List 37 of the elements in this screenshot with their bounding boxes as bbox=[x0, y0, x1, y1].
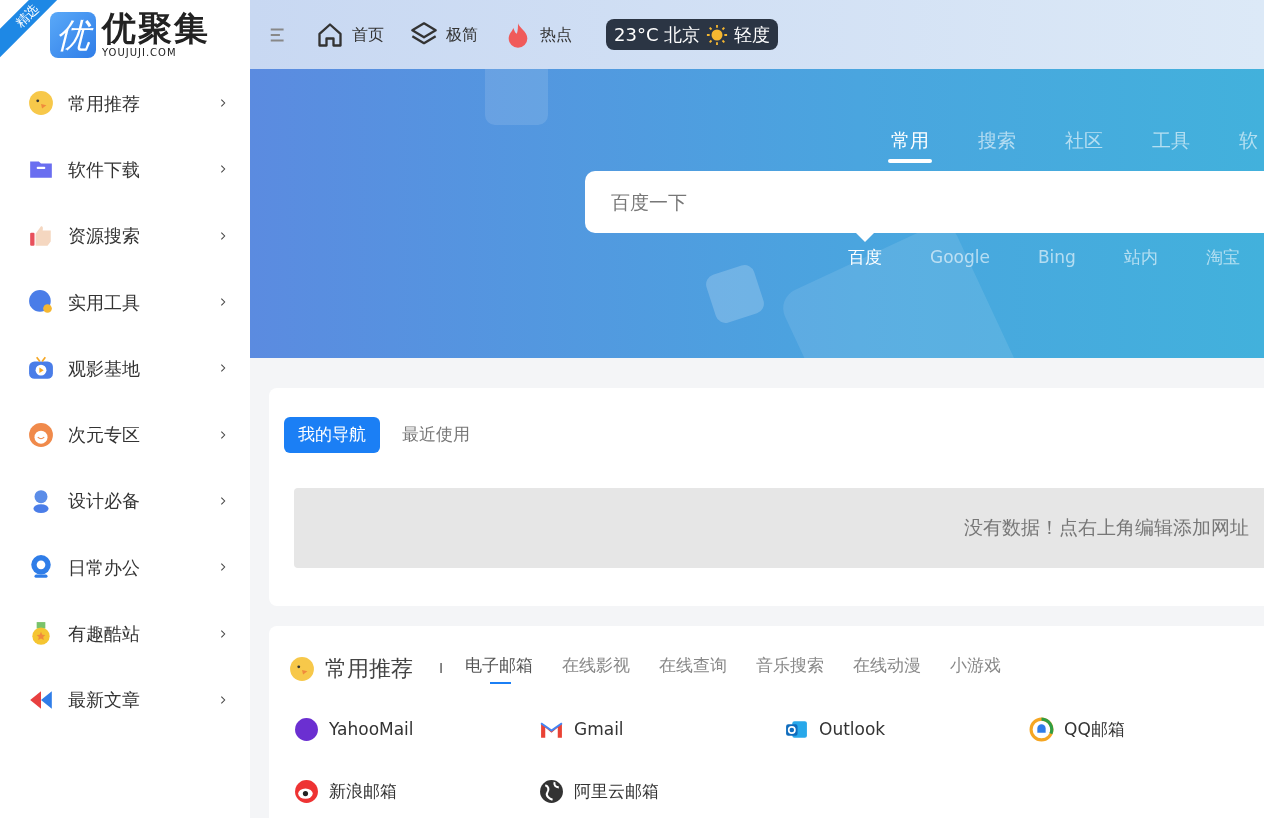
category-tab[interactable]: 小游戏 bbox=[950, 652, 1002, 685]
section-title: 常用推荐 bbox=[325, 655, 413, 683]
sidebar-item[interactable]: 设计必备 bbox=[0, 467, 250, 535]
search-field[interactable]: 百度一下 bbox=[585, 171, 1264, 233]
weather-reading: 23°C 北京 bbox=[614, 23, 701, 47]
sidebar-item[interactable]: 资源搜索 bbox=[0, 202, 250, 269]
logo-domain: YOUJUJI.COM bbox=[102, 45, 178, 60]
site-link[interactable]: Outlook bbox=[784, 717, 886, 743]
category-tab[interactable]: 电子邮箱 bbox=[465, 652, 534, 685]
nav-tab[interactable]: 我的导航 bbox=[284, 417, 380, 453]
sidebar-item[interactable]: 软件下载 bbox=[0, 136, 250, 203]
site-link[interactable]: 新浪邮箱 bbox=[294, 778, 397, 804]
nav-link[interactable]: 热点 bbox=[504, 20, 572, 49]
site-link[interactable]: 阿里云邮箱 bbox=[539, 778, 659, 804]
nav-tab[interactable]: 最近使用 bbox=[388, 417, 484, 453]
air-quality: 轻度 bbox=[734, 23, 771, 47]
logo-name: 优聚集 bbox=[102, 10, 210, 45]
sidebar-item[interactable]: 次元专区 bbox=[0, 401, 250, 468]
site-link[interactable]: Gmail bbox=[539, 717, 624, 743]
site-link[interactable]: QQ邮箱 bbox=[1029, 717, 1125, 743]
category-tab[interactable]: 在线影视 bbox=[562, 652, 631, 685]
weather-widget[interactable]: 23°C 北京 轻度 bbox=[606, 19, 779, 50]
separator: I bbox=[439, 659, 444, 678]
nav-link[interactable]: 极简 bbox=[410, 20, 478, 49]
sidebar-item[interactable]: 常用推荐 bbox=[0, 70, 250, 137]
sidebar-item[interactable]: 有趣酷站 bbox=[0, 600, 250, 667]
sidebar-item[interactable]: 观影基地 bbox=[0, 335, 250, 402]
site-link[interactable]: YahooMail bbox=[294, 717, 414, 743]
category-tab[interactable]: 在线查询 bbox=[659, 652, 728, 685]
category-tab[interactable]: 在线动漫 bbox=[853, 652, 922, 685]
sidebar-item[interactable]: 日常办公 bbox=[0, 534, 250, 601]
sidebar-item[interactable]: 最新文章 bbox=[0, 666, 250, 733]
logo-icon: 优 bbox=[50, 12, 96, 58]
category-tab[interactable]: 音乐搜索 bbox=[756, 652, 825, 685]
nav-link[interactable]: 首页 bbox=[316, 20, 384, 49]
empty-message: 没有数据！点右上角编辑添加网址 bbox=[964, 515, 1249, 541]
sidebar-item[interactable]: 实用工具 bbox=[0, 268, 250, 336]
